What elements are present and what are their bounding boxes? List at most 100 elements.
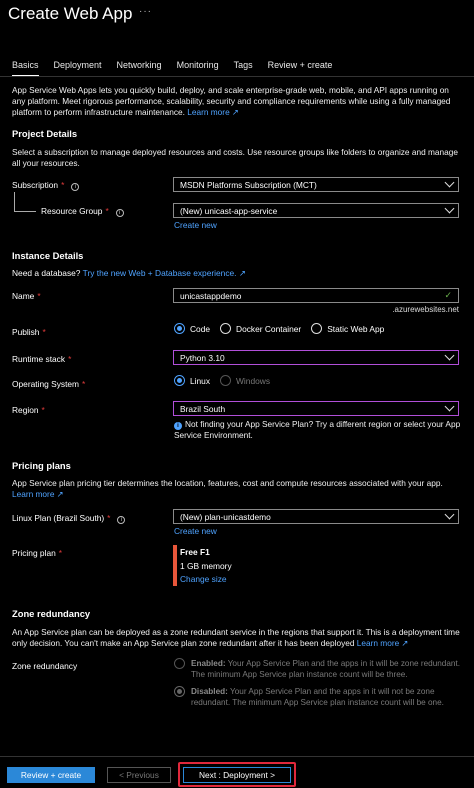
zone-desc: An App Service plan can be deployed as a…	[12, 627, 464, 649]
radio-empty-icon	[311, 323, 323, 334]
pricing-plan-label-text: Pricing plan	[12, 548, 56, 558]
info-icon[interactable]: i	[71, 183, 80, 191]
name-input[interactable]: unicastappdemo ✓	[173, 288, 459, 303]
radio-disabled-icon	[220, 375, 232, 386]
publish-radio-group: Code Docker Container Static Web App	[174, 323, 394, 334]
zone-redundancy-heading: Zone redundancy	[12, 608, 91, 619]
zone-learn-more-label: Learn more	[356, 638, 400, 648]
publish-code-radio[interactable]: Code	[174, 323, 210, 334]
os-windows-label: Windows	[236, 375, 271, 386]
zone-enabled-text: Enabled: Your App Service Plan and the a…	[191, 658, 464, 680]
required-marker: *	[42, 327, 46, 337]
required-marker: *	[61, 180, 65, 190]
project-details-heading: Project Details	[12, 128, 78, 139]
region-select[interactable]: Brazil South	[173, 401, 459, 416]
linux-plan-select[interactable]: (New) plan-unicastdemo	[173, 509, 459, 524]
linux-plan-label-text: Linux Plan (Brazil South)	[12, 513, 105, 523]
subscription-select[interactable]: MSDN Platforms Subscription (MCT)	[173, 177, 459, 192]
tree-connector-vertical	[14, 192, 15, 211]
required-marker: *	[105, 206, 109, 216]
publish-static-radio[interactable]: Static Web App	[311, 323, 384, 334]
linux-plan-label: Linux Plan (Brazil South) * i	[12, 513, 126, 524]
pricing-plans-heading: Pricing plans	[12, 460, 71, 471]
radio-selected-disabled-icon	[174, 686, 185, 697]
tab-bar: Basics Deployment Networking Monitoring …	[12, 60, 347, 77]
radio-empty-icon	[220, 323, 232, 334]
intro-text: App Service Web Apps lets you quickly bu…	[12, 85, 464, 118]
project-details-desc: Select a subscription to manage deployed…	[12, 147, 458, 168]
pricing-plan-label: Pricing plan *	[12, 548, 62, 558]
resource-group-select[interactable]: (New) unicast-app-service	[173, 203, 459, 218]
chevron-down-icon	[444, 177, 455, 188]
linux-plan-value: (New) plan-unicastdemo	[180, 512, 271, 522]
tab-review-create[interactable]: Review + create	[268, 60, 333, 77]
radio-dot	[177, 689, 182, 694]
tree-connector-horizontal	[14, 211, 36, 212]
publish-docker-radio[interactable]: Docker Container	[220, 323, 301, 334]
resource-group-label-text: Resource Group	[41, 206, 103, 216]
region-label: Region *	[12, 405, 45, 415]
try-web-database-link[interactable]: Try the new Web + Database experience. ↗	[83, 268, 246, 278]
chevron-down-icon	[444, 350, 455, 361]
runtime-stack-label: Runtime stack *	[12, 354, 71, 364]
highlight-box	[178, 762, 296, 787]
resource-group-label: Resource Group * i	[41, 206, 124, 217]
external-link-icon: ↗	[56, 489, 64, 499]
os-radio-group: Linux Windows	[174, 375, 280, 386]
intro-learn-more-link[interactable]: Learn more ↗	[187, 107, 239, 117]
create-new-resource-group-link[interactable]: Create new	[174, 220, 217, 230]
zone-disabled-radio[interactable]: Disabled: Your App Service Plan and the …	[174, 686, 464, 708]
pricing-learn-more-label: Learn more	[12, 489, 55, 499]
pricing-learn-more-link[interactable]: Learn more ↗	[12, 489, 64, 499]
change-size-link[interactable]: Change size	[180, 574, 227, 584]
os-linux-label: Linux	[190, 375, 211, 386]
previous-button[interactable]: < Previous	[107, 767, 171, 783]
pricing-plan-memory: 1 GB memory	[180, 561, 232, 571]
publish-docker-label: Docker Container	[236, 323, 302, 334]
info-icon[interactable]: i	[115, 209, 124, 217]
publish-static-label: Static Web App	[327, 323, 385, 334]
review-create-button[interactable]: Review + create	[7, 767, 95, 783]
os-linux-radio[interactable]: Linux	[174, 375, 210, 386]
region-value: Brazil South	[180, 404, 226, 414]
info-icon[interactable]: i	[117, 516, 126, 524]
try-web-database-label: Try the new Web + Database experience.	[82, 268, 237, 278]
zone-enabled-desc: Your App Service Plan and the apps in it…	[191, 659, 461, 679]
pricing-desc-text: App Service plan pricing tier determines…	[12, 478, 443, 488]
more-icon[interactable]: ···	[139, 6, 152, 17]
zone-learn-more-link[interactable]: Learn more ↗	[357, 638, 409, 648]
required-marker: *	[58, 548, 63, 558]
runtime-stack-value: Python 3.10	[180, 353, 225, 363]
os-windows-radio[interactable]: Windows	[220, 375, 270, 386]
pricing-plan-name: Free F1	[180, 547, 210, 557]
zone-enabled-radio[interactable]: Enabled: Your App Service Plan and the a…	[174, 658, 464, 680]
zone-disabled-text: Disabled: Your App Service Plan and the …	[191, 686, 464, 708]
radio-disabled-icon	[174, 658, 185, 669]
zone-disabled-desc: Your App Service Plan and the apps in it…	[191, 687, 444, 707]
tab-monitoring[interactable]: Monitoring	[177, 60, 219, 77]
zone-redundancy-label: Zone redundancy	[12, 661, 78, 671]
external-link-icon: ↗	[232, 107, 239, 117]
intro-learn-more-label: Learn more	[187, 107, 230, 117]
publish-code-label: Code	[190, 323, 211, 334]
need-database-text: Need a database? Try the new Web + Datab…	[12, 268, 246, 278]
external-link-icon: ↗	[401, 638, 409, 648]
runtime-stack-select[interactable]: Python 3.10	[173, 350, 459, 365]
zone-enabled-title: Enabled:	[191, 659, 226, 668]
subscription-value: MSDN Platforms Subscription (MCT)	[180, 180, 317, 190]
footer-divider	[0, 756, 474, 757]
required-marker: *	[82, 379, 86, 389]
tab-deployment[interactable]: Deployment	[54, 60, 102, 77]
tab-basics[interactable]: Basics	[12, 60, 39, 77]
chevron-down-icon	[444, 203, 455, 214]
tab-divider	[0, 76, 474, 77]
create-new-plan-link[interactable]: Create new	[174, 526, 217, 536]
zone-disabled-title: Disabled:	[191, 687, 228, 696]
info-icon: i	[174, 422, 182, 430]
subscription-label: Subscription * i	[12, 180, 80, 191]
chevron-down-icon	[444, 509, 455, 520]
operating-system-label: Operating System *	[12, 379, 85, 389]
external-link-icon: ↗	[238, 268, 246, 278]
tab-tags[interactable]: Tags	[234, 60, 253, 77]
tab-networking[interactable]: Networking	[117, 60, 162, 77]
